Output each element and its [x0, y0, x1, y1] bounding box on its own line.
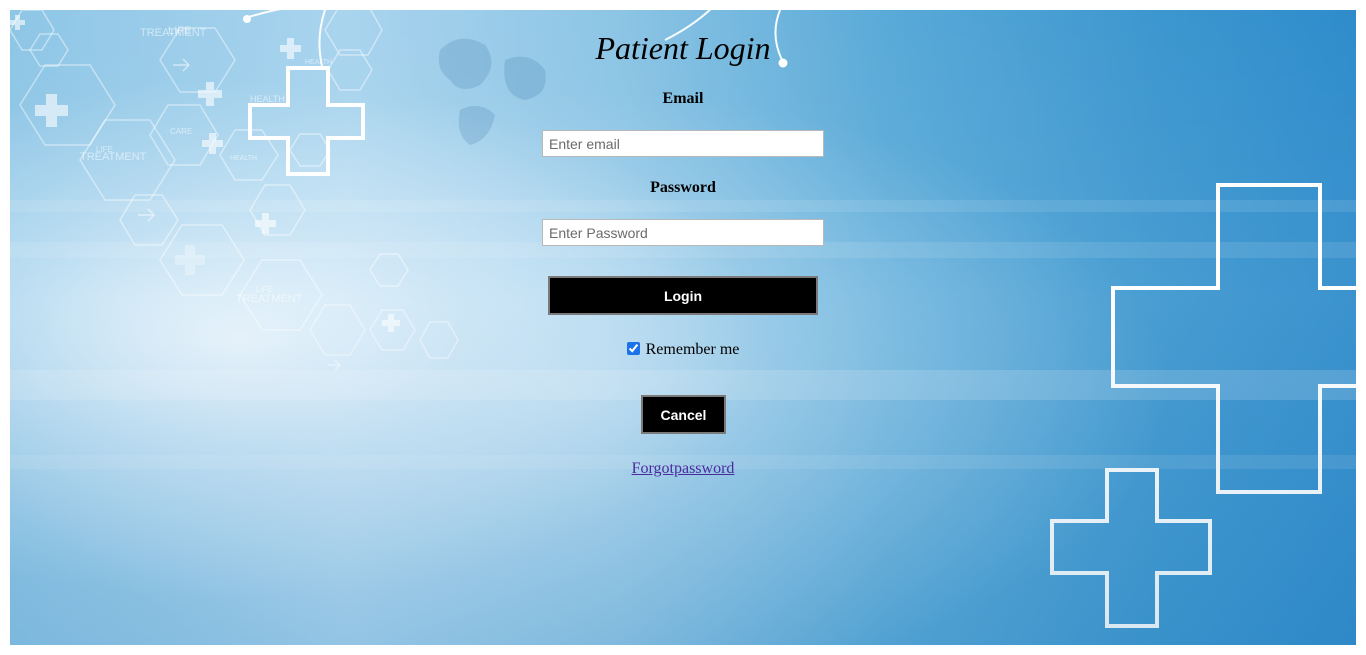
remember-me-label: Remember me: [645, 341, 740, 358]
page-title: Patient Login: [595, 30, 771, 66]
email-field[interactable]: [542, 130, 824, 157]
password-label: Password: [650, 179, 716, 196]
remember-me-checkbox[interactable]: [626, 341, 640, 355]
password-field[interactable]: [542, 219, 824, 246]
forgot-password: Forgotpassword: [10, 460, 1356, 478]
login-form: Patient Login Email Password Login Remem…: [10, 10, 1356, 645]
page-background: LIFE TREATMENT HEALTH CARE HEALTH LIFE T…: [10, 10, 1356, 645]
forgot-password-link[interactable]: Forgotpassword: [632, 460, 735, 477]
email-label: Email: [662, 90, 704, 107]
login-button[interactable]: Login: [548, 276, 818, 315]
remember-me: Remember me: [10, 341, 1356, 359]
cancel-button[interactable]: Cancel: [641, 395, 726, 434]
